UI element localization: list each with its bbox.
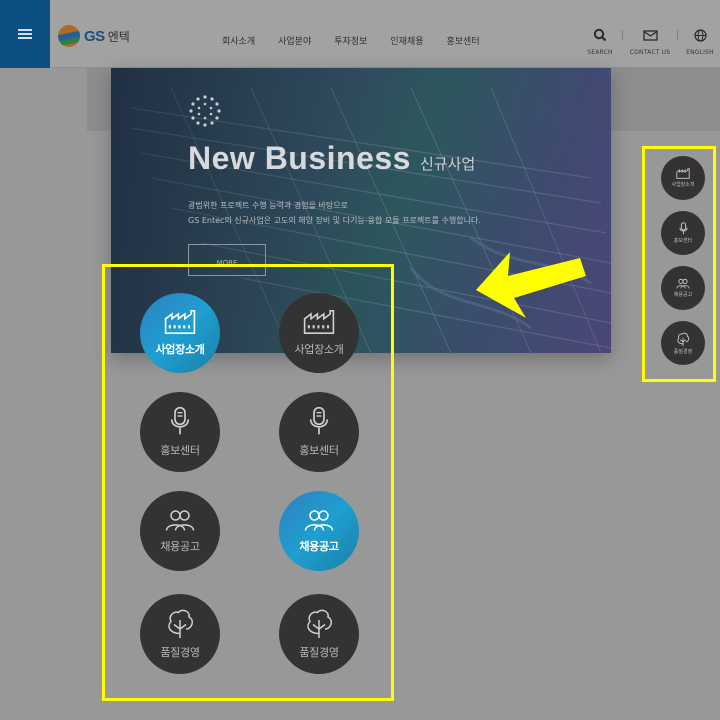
factory-icon	[303, 310, 335, 334]
state-label: 홍보센터	[160, 444, 200, 457]
search-button[interactable]: SEARCH	[575, 27, 625, 56]
hero-desc-line: 광범위한 프로젝트 수행 능력과 경험을 바탕으로	[188, 201, 348, 210]
quick-rail-item-recruit[interactable]: 채용공고	[661, 266, 705, 310]
recruit-button-active[interactable]: 채용공고	[279, 491, 359, 571]
state-label: 채용공고	[160, 540, 200, 553]
contact-label: CONTACT US	[629, 49, 671, 56]
microphone-icon	[170, 406, 190, 435]
english-label: ENGLISH	[686, 49, 714, 56]
quality-button-default[interactable]: 품질경영	[140, 594, 220, 674]
tree-icon	[677, 332, 690, 346]
logo[interactable]: GS 엔텍	[58, 25, 130, 47]
site-header: GS 엔텍 회사소개 사업분야 투자정보 인재채용 홍보센터 SEARCH CO…	[0, 0, 720, 68]
quality-button-hover[interactable]: 품질경영	[279, 594, 359, 674]
nav-item-investment[interactable]: 투자정보	[334, 34, 367, 47]
english-button[interactable]: ENGLISH	[675, 27, 720, 56]
state-label: 홍보센터	[299, 444, 339, 457]
nav-item-pr[interactable]: 홍보센터	[447, 34, 480, 47]
hamburger-icon	[18, 29, 32, 39]
hero-title-en: New Business	[188, 140, 411, 176]
factory-icon	[164, 310, 196, 334]
nav-item-recruit[interactable]: 인재채용	[390, 34, 423, 47]
divider	[622, 30, 623, 40]
quick-rail-item-quality[interactable]: 품질경영	[661, 321, 705, 365]
state-label: 품질경영	[299, 646, 339, 659]
main-nav: 회사소개 사업분야 투자정보 인재채용 홍보센터	[222, 34, 503, 47]
state-label: 채용공고	[299, 540, 339, 553]
quick-rail-item-pr[interactable]: 홍보센터	[661, 211, 705, 255]
people-icon	[165, 510, 195, 531]
hero-description: 광범위한 프로젝트 수행 능력과 경험을 바탕으로 GS Entec의 신규사업…	[188, 198, 481, 228]
pr-button-default[interactable]: 홍보센터	[140, 392, 220, 472]
sites-button-active[interactable]: 사업장소개	[140, 293, 220, 373]
nav-item-business[interactable]: 사업분야	[278, 34, 311, 47]
state-label: 사업장소개	[155, 343, 205, 356]
factory-icon	[676, 168, 690, 179]
logo-text-kr: 엔텍	[107, 29, 130, 44]
tree-icon	[168, 609, 194, 638]
tree-icon	[307, 609, 333, 638]
contact-button[interactable]: CONTACT US	[625, 27, 675, 56]
hero-desc-line: GS Entec의 신규사업은 고도의 해양 장비 및 다기능-융합 모듈 프로…	[188, 216, 481, 225]
sites-button-default[interactable]: 사업장소개	[279, 293, 359, 373]
state-label: 품질경영	[160, 646, 200, 659]
quick-rail-label: 품질경영	[673, 348, 693, 355]
globe-icon	[693, 27, 707, 43]
hero-dots-icon	[189, 95, 221, 127]
logo-mark-icon	[58, 25, 80, 47]
hero-title-kr: 신규사업	[419, 155, 476, 173]
nav-item-company[interactable]: 회사소개	[222, 34, 255, 47]
state-label: 사업장소개	[294, 343, 344, 356]
microphone-icon	[309, 406, 329, 435]
pr-button-hover[interactable]: 홍보센터	[279, 392, 359, 472]
search-label: SEARCH	[587, 49, 613, 56]
arrow-annotation-icon	[476, 252, 586, 318]
people-icon	[304, 510, 334, 531]
mail-icon	[642, 27, 658, 43]
people-icon	[676, 278, 690, 289]
quick-rail-item-sites[interactable]: 사업장소개	[661, 156, 705, 200]
quick-rail-label: 홍보센터	[673, 238, 693, 244]
quick-rail-label: 채용공고	[673, 292, 693, 298]
hero-title: New Business 신규사업	[188, 140, 475, 177]
logo-text: GS	[84, 27, 105, 45]
quick-rail-label: 사업장소개	[671, 182, 695, 188]
menu-button[interactable]	[0, 0, 50, 68]
search-icon	[593, 27, 607, 43]
recruit-button-default[interactable]: 채용공고	[140, 491, 220, 571]
microphone-icon	[678, 222, 688, 235]
